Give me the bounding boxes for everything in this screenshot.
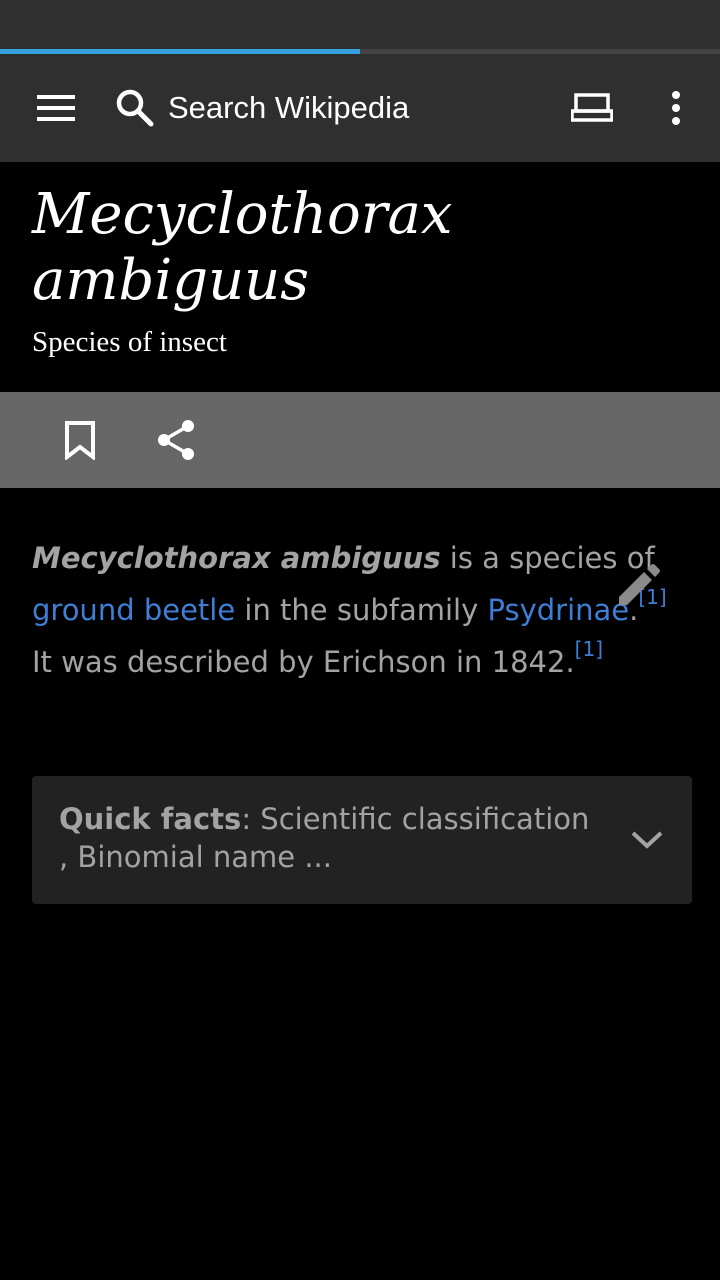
- lead-bold-title: Mecyclothorax ambiguus: [32, 541, 441, 575]
- chevron-down-icon: [631, 831, 663, 849]
- quick-facts-label: Quick facts: [59, 802, 242, 836]
- menu-button[interactable]: [20, 54, 92, 162]
- status-bar: [0, 0, 720, 50]
- edit-section-button[interactable]: [604, 548, 676, 620]
- article-action-bar: [0, 392, 720, 488]
- article-content: Mecyclothorax ambiguus is a species of g…: [0, 488, 720, 1280]
- more-vert-icon: [672, 91, 680, 125]
- page-description: Species of insect: [32, 326, 227, 358]
- search-bar[interactable]: Search Wikipedia: [110, 54, 530, 162]
- page-title: Mecyclothorax ambiguus: [32, 182, 453, 313]
- edit-pencil-icon: [619, 564, 660, 605]
- reference-link-2[interactable]: [1]: [575, 637, 603, 661]
- search-icon: [116, 89, 154, 127]
- lead-text-2: in the subfamily: [235, 593, 488, 627]
- quick-facts-text: Quick facts: Scientific classification ,…: [59, 800, 599, 876]
- quick-facts-expand-button[interactable]: [617, 810, 677, 870]
- lead-paragraph: Mecyclothorax ambiguus is a species of g…: [32, 532, 672, 688]
- top-toolbar: Search Wikipedia: [0, 54, 720, 162]
- quick-facts-box[interactable]: Quick facts: Scientific classification ,…: [32, 776, 692, 904]
- article-header: Mecyclothorax ambiguus Species of insect: [0, 162, 720, 392]
- share-button[interactable]: [136, 392, 216, 488]
- bookmark-icon: [65, 421, 95, 460]
- reading-mode-button[interactable]: [556, 54, 628, 162]
- lead-text-4: It was described by Erichson in 1842.: [32, 645, 575, 679]
- hamburger-menu-icon: [37, 95, 75, 121]
- search-placeholder-text: Search Wikipedia: [168, 90, 410, 125]
- share-icon: [158, 420, 194, 460]
- reading-mode-icon: [571, 93, 613, 122]
- link-ground-beetle[interactable]: ground beetle: [32, 593, 235, 627]
- bookmark-button[interactable]: [40, 392, 120, 488]
- search-icon-container: [110, 83, 160, 133]
- overflow-menu-button[interactable]: [644, 54, 708, 162]
